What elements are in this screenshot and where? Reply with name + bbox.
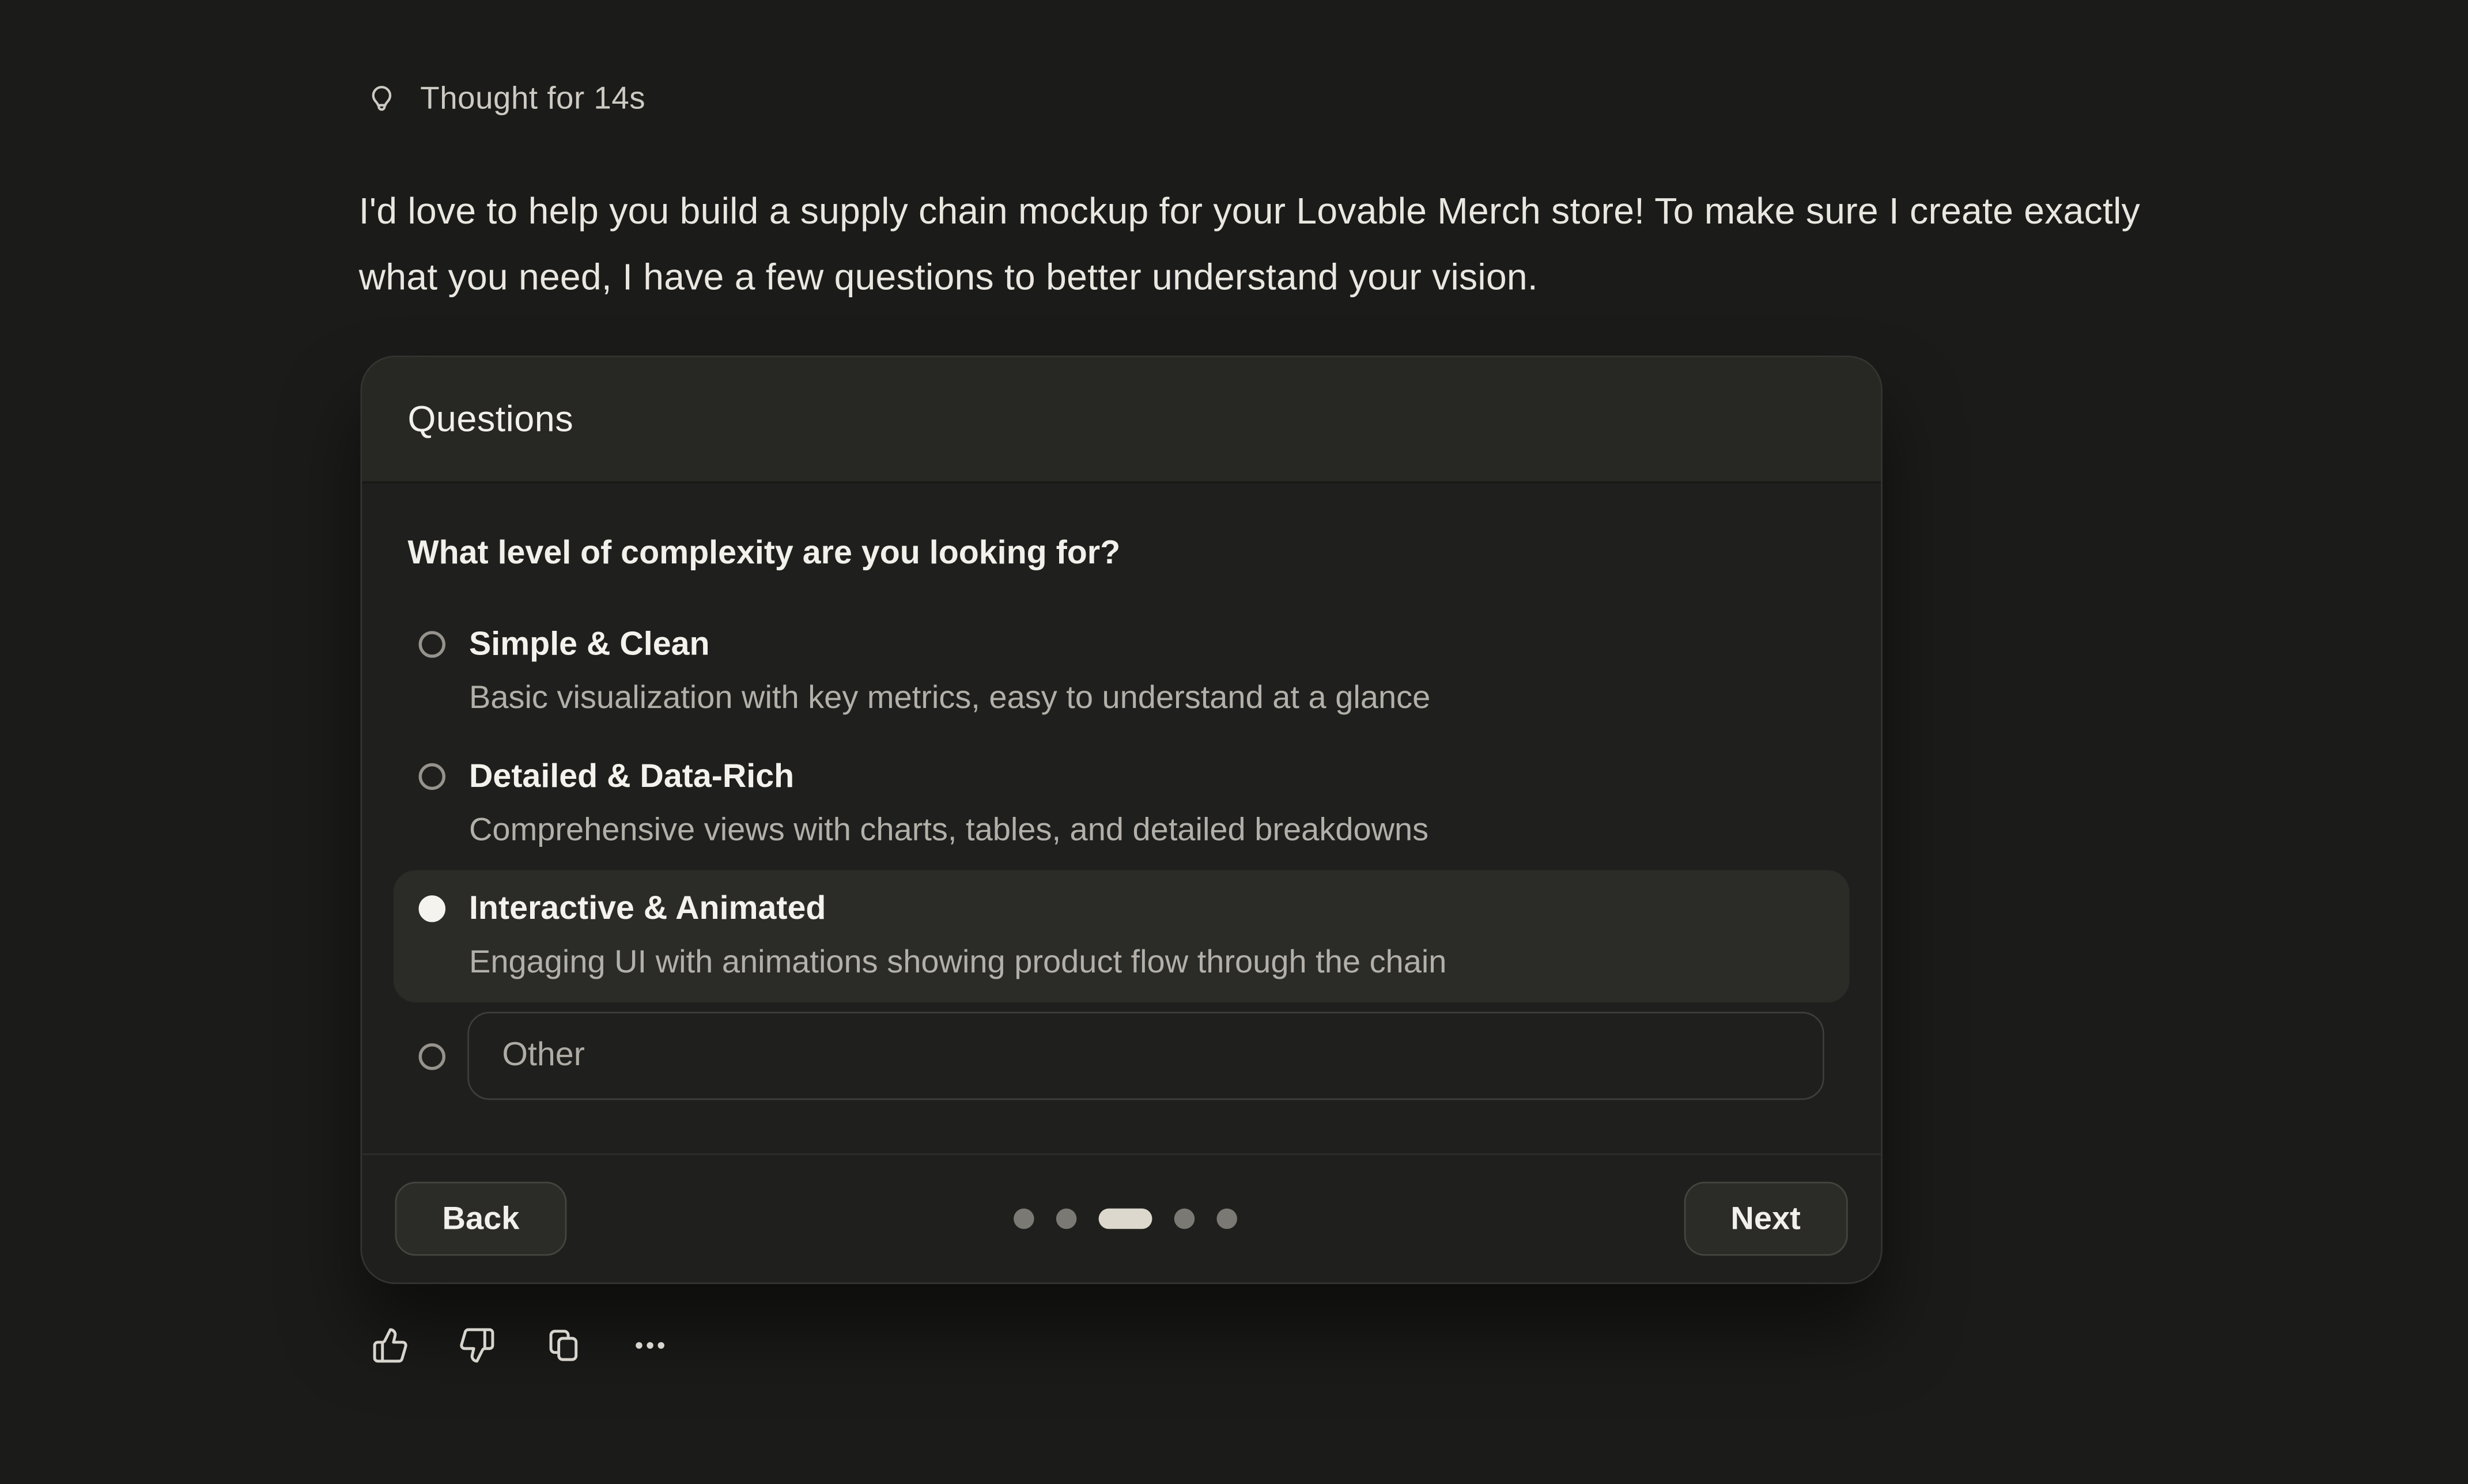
copy-button[interactable]: [545, 1327, 583, 1365]
option-description: Engaging UI with animations showing prod…: [469, 936, 1446, 990]
message-actions: [372, 1327, 669, 1365]
next-button[interactable]: Next: [1683, 1182, 1847, 1255]
other-input[interactable]: [467, 1012, 1824, 1100]
questions-card-body: What level of complexity are you looking…: [362, 483, 1881, 1138]
lightbulb-icon: [364, 82, 400, 118]
thought-label: Thought for 14s: [420, 82, 645, 118]
options-list: Simple & Clean Basic visualization with …: [394, 606, 1850, 1110]
pagination-dot: [1013, 1209, 1034, 1229]
option-label: Simple & Clean: [469, 618, 1430, 672]
chat-message-region: Thought for 14s I'd love to help you bui…: [0, 0, 2468, 1484]
pagination-dots: [1013, 1209, 1237, 1229]
thought-summary[interactable]: Thought for 14s: [364, 82, 645, 118]
thumbs-down-icon: [458, 1327, 496, 1365]
pagination-dot: [1174, 1209, 1195, 1229]
back-button[interactable]: Back: [395, 1182, 567, 1255]
radio-selected-icon[interactable]: [419, 895, 445, 922]
question-text: What level of complexity are you looking…: [407, 531, 1849, 578]
pagination-dot: [1216, 1209, 1237, 1229]
option-interactive-animated[interactable]: Interactive & Animated Engaging UI with …: [394, 870, 1850, 1002]
card-title: Questions: [407, 398, 573, 441]
pagination-dot: [1056, 1209, 1076, 1229]
option-description: Comprehensive views with charts, tables,…: [469, 804, 1428, 858]
option-other[interactable]: [394, 1002, 1850, 1110]
assistant-message-text: I'd love to help you build a supply chai…: [359, 178, 2197, 310]
thumbs-up-icon: [372, 1327, 410, 1365]
copy-icon: [545, 1327, 583, 1365]
thumbs-up-button[interactable]: [372, 1327, 410, 1365]
radio-icon[interactable]: [419, 631, 445, 657]
option-description: Basic visualization with key metrics, ea…: [469, 672, 1430, 725]
pagination-dot: [1098, 1209, 1152, 1229]
more-button[interactable]: [631, 1327, 669, 1365]
option-label: Interactive & Animated: [469, 883, 1446, 936]
option-label: Detailed & Data-Rich: [469, 751, 1428, 804]
radio-icon[interactable]: [419, 1043, 445, 1069]
option-detailed-data-rich[interactable]: Detailed & Data-Rich Comprehensive views…: [394, 738, 1850, 870]
questions-card: Questions What level of complexity are y…: [361, 355, 1883, 1284]
thumbs-down-button[interactable]: [458, 1327, 496, 1365]
option-simple-clean[interactable]: Simple & Clean Basic visualization with …: [394, 606, 1850, 738]
questions-card-header: Questions: [362, 357, 1881, 483]
more-icon: [631, 1327, 669, 1365]
questions-card-footer: Back Next: [362, 1153, 1881, 1282]
radio-icon[interactable]: [419, 763, 445, 790]
